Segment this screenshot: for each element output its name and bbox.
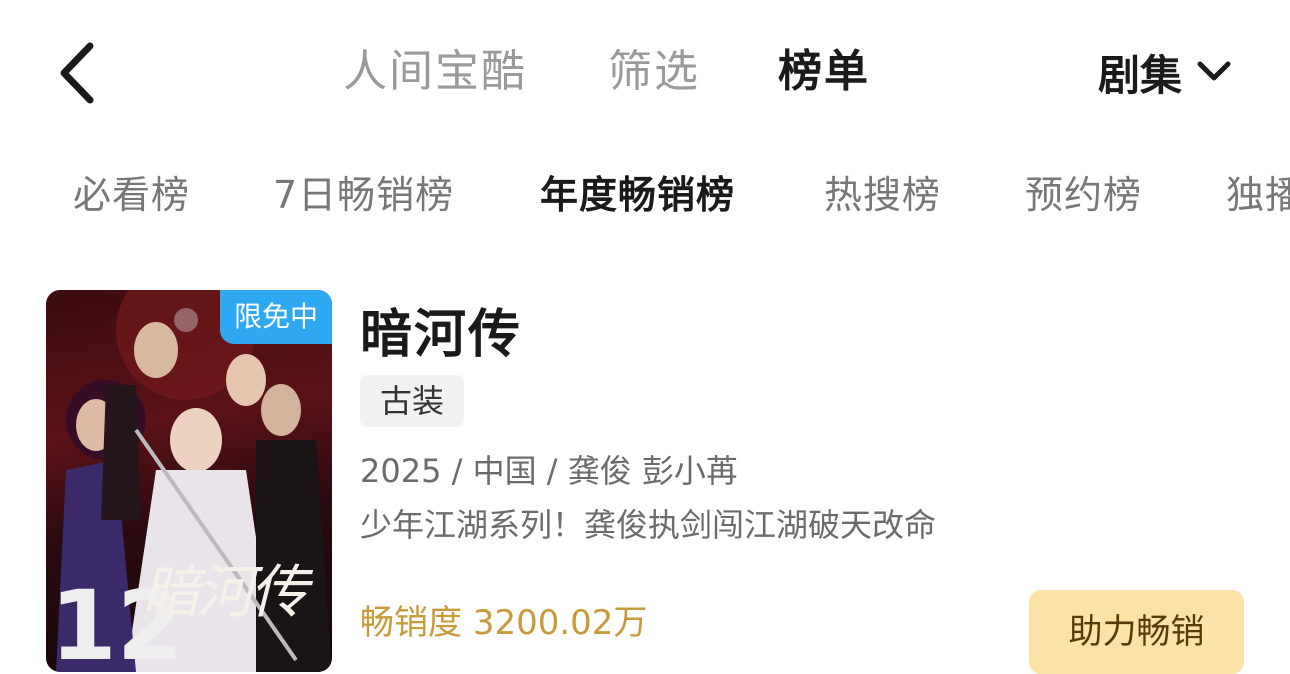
- tab-rankings[interactable]: 榜单: [778, 42, 870, 102]
- tab-treasure[interactable]: 人间宝酷: [343, 42, 527, 102]
- rank-tab-hot-search[interactable]: 热搜榜: [824, 165, 941, 225]
- tab-filter[interactable]: 筛选: [608, 42, 700, 102]
- boost-sales-button[interactable]: 助力畅销: [1029, 590, 1244, 674]
- chevron-down-icon: [1197, 61, 1231, 81]
- free-badge: 限免中: [220, 290, 332, 344]
- back-arrow-icon: [60, 42, 94, 104]
- poster-image[interactable]: 12 暗河传 限免中: [46, 290, 332, 672]
- sales-value: 3200.02万: [472, 603, 648, 643]
- rank-tab-exclusive[interactable]: 独播: [1226, 165, 1290, 225]
- genre-tag: 古装: [360, 375, 465, 427]
- rank-tab-reserve[interactable]: 预约榜: [1025, 165, 1142, 225]
- item-description: 少年江湖系列！龚俊执剑闯江湖破天改命: [360, 506, 937, 544]
- sales-index: 畅销度 3200.02万: [360, 600, 647, 646]
- item-meta: 2025 / 中国 / 龚俊 彭小苒: [360, 452, 738, 490]
- rank-tab-7day[interactable]: 7日畅销榜: [273, 165, 454, 225]
- type-selector-label: 剧集: [1098, 50, 1183, 100]
- sales-label: 畅销度: [360, 603, 462, 643]
- type-selector[interactable]: 剧集: [1098, 42, 1232, 102]
- back-button[interactable]: [50, 38, 110, 108]
- rank-tab-annual[interactable]: 年度畅销榜: [540, 165, 735, 225]
- item-title[interactable]: 暗河传: [360, 292, 522, 367]
- poster-title-text: 暗河传: [142, 558, 308, 626]
- rank-tab-must-watch[interactable]: 必看榜: [73, 165, 190, 225]
